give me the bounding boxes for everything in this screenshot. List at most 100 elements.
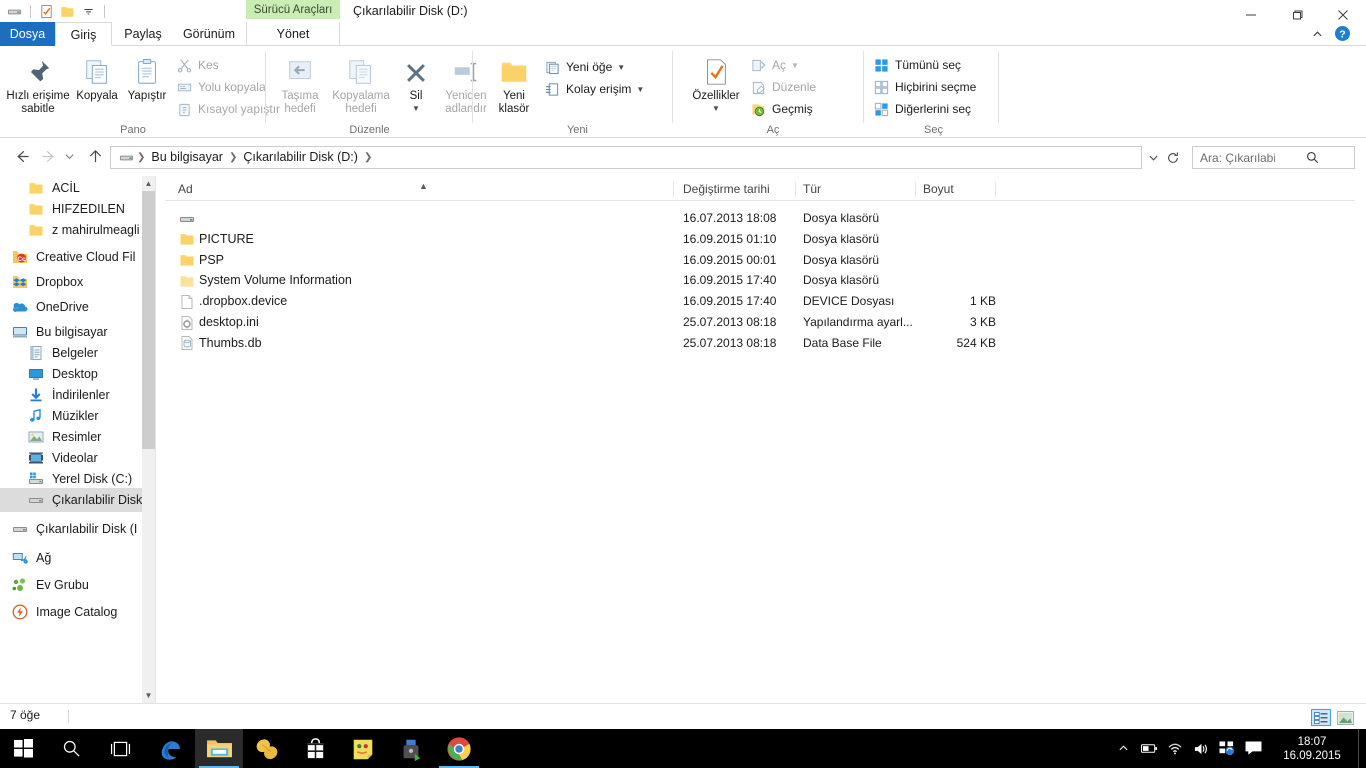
removable-drive-icon[interactable]: [6, 3, 23, 20]
help-icon[interactable]: ?: [1334, 25, 1352, 43]
show-desktop-button[interactable]: [1358, 729, 1366, 768]
breadcrumb-separator[interactable]: ❯: [228, 152, 238, 163]
sidebar-item-kar-labilir-disk[interactable]: Çıkarılabilir Disk: [0, 488, 142, 512]
start-icon[interactable]: [0, 729, 47, 768]
column-divider[interactable]: [915, 182, 916, 197]
forward-button[interactable]: [36, 143, 62, 169]
delete-dropdown-caret[interactable]: ▼: [396, 102, 436, 115]
sidebar-item-kar-labilir-disk-i[interactable]: Çıkarılabilir Disk (I: [0, 517, 142, 541]
select-all-button[interactable]: Tümünü seç: [873, 54, 961, 76]
scrollbar-thumb[interactable]: [142, 191, 155, 449]
recent-locations-button[interactable]: [60, 143, 78, 169]
details-view-button[interactable]: [1311, 709, 1331, 726]
column-header-date[interactable]: Değiştirme tarihi: [683, 179, 770, 200]
show-hidden-icons[interactable]: [1110, 729, 1136, 768]
new-folder-button[interactable]: Yeni klasör: [487, 51, 541, 116]
ribbon-collapse-icon[interactable]: [1308, 25, 1326, 43]
tab-giris[interactable]: Giriş: [55, 22, 112, 46]
customize-dropdown-icon[interactable]: [80, 3, 97, 20]
table-row[interactable]: PSP 16.09.2015 00:01 Dosya klasörü: [165, 250, 1005, 271]
column-header-size[interactable]: Boyut: [923, 179, 954, 200]
sidebar-item-creative-cloud-fil[interactable]: Cc Creative Cloud Fil: [0, 245, 142, 269]
wifi-icon[interactable]: [1162, 729, 1188, 768]
tab-yonet[interactable]: Yönet: [246, 22, 340, 46]
edit-button[interactable]: Düzenle: [750, 76, 816, 98]
clock[interactable]: 18:07 16.09.2015: [1266, 729, 1358, 768]
table-row[interactable]: System Volume Information 16.09.2015 17:4…: [165, 270, 1005, 291]
search-input[interactable]: Ara: Çıkarılabilir Disk (...: [1192, 146, 1355, 169]
task-view-icon[interactable]: [96, 729, 144, 768]
scroll-down-arrow[interactable]: ▼: [142, 688, 155, 703]
breadcrumb-item-computer[interactable]: Bu bilgisayar: [146, 147, 228, 168]
easy-access-button[interactable]: Kolay erişim ▼: [544, 78, 644, 100]
microsoft-store-icon[interactable]: [291, 729, 339, 768]
table-row[interactable]: 16.07.2013 18:08 Dosya klasörü: [165, 208, 1005, 229]
table-row[interactable]: Thumbs.db 25.07.2013 08:18 Data Base File 5…: [165, 333, 1005, 354]
microsoft-edge-icon[interactable]: [147, 729, 195, 768]
cut-button[interactable]: Kes: [176, 54, 219, 76]
sidebar-item-z-mahirulmeagli[interactable]: z mahirulmeagli: [0, 218, 142, 242]
delete-button[interactable]: Sil ▼: [396, 51, 436, 115]
new-folder-icon[interactable]: [59, 3, 76, 20]
scroll-up-arrow[interactable]: ▲: [142, 176, 155, 191]
sidebar-item-dropbox[interactable]: Dropbox: [0, 270, 142, 294]
copy-to-button[interactable]: Kopyalama hedefi: [328, 51, 394, 116]
copy-button[interactable]: Kopyala: [72, 51, 122, 103]
breadcrumb-item-drive[interactable]: Çıkarılabilir Disk (D:): [238, 147, 363, 168]
column-divider[interactable]: [995, 182, 996, 197]
properties-icon[interactable]: [38, 3, 55, 20]
refresh-icon[interactable]: [1162, 146, 1184, 169]
pane-splitter[interactable]: [155, 176, 156, 703]
file-explorer-icon[interactable]: [195, 729, 243, 768]
tab-paylas[interactable]: Paylaş: [112, 22, 174, 46]
peanut-app-icon[interactable]: [243, 729, 291, 768]
action-center-icon[interactable]: [1240, 729, 1266, 768]
table-row[interactable]: PICTURE 16.09.2015 01:10 Dosya klasörü: [165, 229, 1005, 250]
search-icon[interactable]: [1275, 151, 1350, 164]
select-none-button[interactable]: Hiçbirini seçme: [873, 76, 976, 98]
google-chrome-icon[interactable]: [435, 729, 483, 768]
table-row[interactable]: desktop.ini 25.07.2013 08:18 Yapılandırma …: [165, 312, 1005, 333]
battery-icon[interactable]: [1136, 729, 1162, 768]
history-button[interactable]: Geçmiş: [750, 98, 813, 120]
volume-icon[interactable]: [1188, 729, 1214, 768]
address-dropdown-icon[interactable]: [1142, 146, 1164, 169]
address-bar[interactable]: ❯ Bu bilgisayar ❯ Çıkarılabilir Disk (D:…: [110, 146, 1142, 169]
tab-gorunum[interactable]: Görünüm: [174, 22, 244, 46]
paste-button[interactable]: Yapıştır: [122, 51, 172, 103]
sidebar-item-image-catalog[interactable]: Image Catalog: [0, 600, 142, 624]
new-item-button[interactable]: Yeni öğe ▼: [544, 56, 625, 78]
search-icon[interactable]: [47, 729, 96, 768]
new-item-caret[interactable]: ▼: [617, 63, 625, 72]
breadcrumb-separator[interactable]: ❯: [136, 152, 146, 163]
back-button[interactable]: [8, 143, 34, 169]
creative-cloud-icon: Cc: [10, 247, 30, 267]
breadcrumb-separator[interactable]: ❯: [363, 152, 373, 163]
sticky-notes-icon[interactable]: [339, 729, 387, 768]
open-button[interactable]: Aç ▼: [750, 54, 799, 76]
large-icons-view-button[interactable]: [1335, 709, 1356, 726]
navigation-pane[interactable]: ACİL HIFZEDILEN z mahirulmeagli Cc Creative …: [0, 176, 142, 703]
security-lock-icon[interactable]: [387, 729, 435, 768]
file-name: Thumbs.db: [199, 335, 262, 350]
column-header-type[interactable]: Tür: [803, 179, 821, 200]
properties-button[interactable]: Özellikler ▼: [686, 51, 746, 115]
sidebar-item-a[interactable]: Ağ: [0, 546, 142, 570]
up-button[interactable]: [82, 143, 108, 169]
tab-dosya[interactable]: Dosya: [0, 22, 55, 46]
easy-access-caret[interactable]: ▼: [636, 85, 644, 94]
open-caret[interactable]: ▼: [791, 61, 799, 70]
sidebar-item-onedrive[interactable]: OneDrive: [0, 295, 142, 319]
copy-path-button[interactable]: Yolu kopyala: [176, 76, 266, 98]
table-row[interactable]: .dropbox.device 16.09.2015 17:40 DEVICE Do…: [165, 291, 1005, 312]
column-divider[interactable]: [673, 182, 674, 197]
pin-to-quick-access-button[interactable]: Hızlı erişime sabitle: [6, 51, 70, 116]
invert-selection-button[interactable]: Diğerlerini seç: [873, 98, 971, 120]
sidebar-item-ev-grubu[interactable]: Ev Grubu: [0, 573, 142, 597]
properties-caret[interactable]: ▼: [686, 102, 746, 115]
move-to-button[interactable]: Taşıma hedefi: [272, 51, 328, 116]
column-divider[interactable]: [795, 182, 796, 197]
column-header-name[interactable]: Ad: [178, 179, 193, 200]
navigation-pane-scrollbar[interactable]: ▲ ▼: [142, 176, 155, 703]
network-sync-icon[interactable]: [1214, 729, 1240, 768]
